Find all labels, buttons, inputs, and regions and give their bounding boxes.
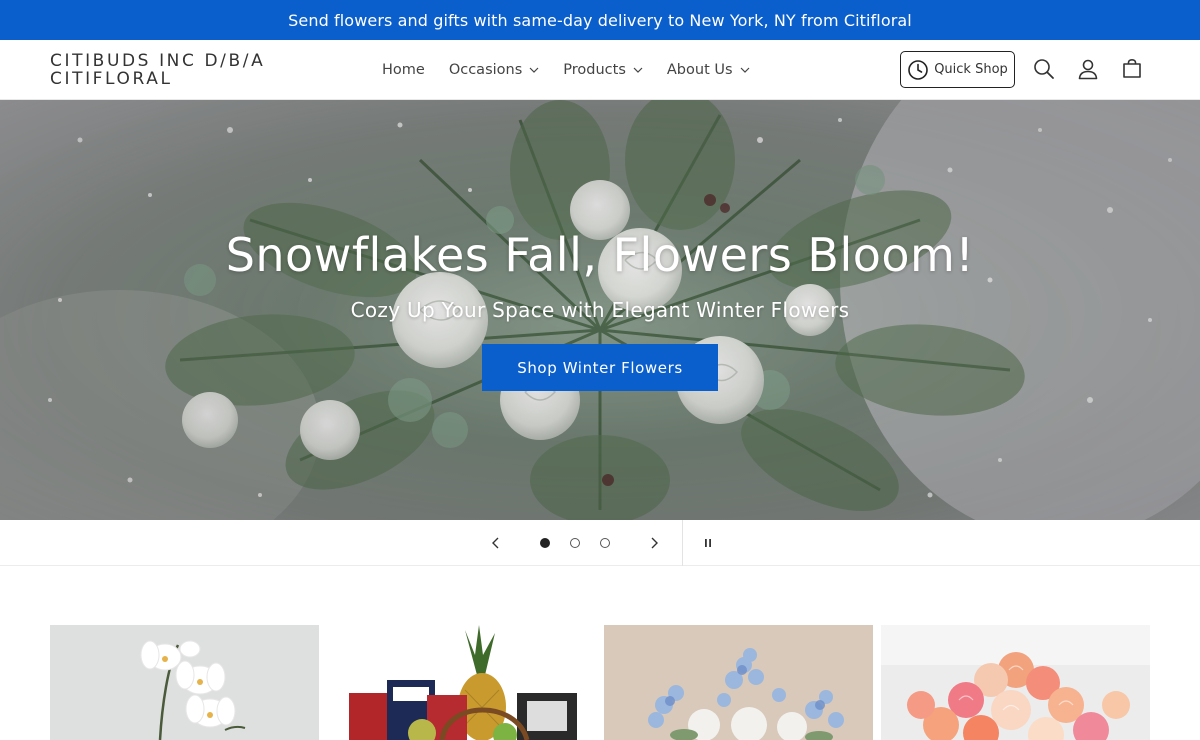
nav-occasions[interactable]: Occasions [449,62,539,78]
cart-icon[interactable] [1119,56,1145,82]
product-card-rose-bouquet[interactable] [881,625,1150,740]
product-card-gift-basket[interactable] [327,625,596,740]
chevron-down-icon [740,65,750,75]
site-header: CITIBUDS INC D/B/A CITIFLORAL Home Occas… [0,40,1200,100]
chevron-right-icon[interactable] [644,533,664,553]
controls-divider [682,520,683,566]
logo-line-2: CITIFLORAL [50,69,173,89]
announcement-bar: Send flowers and gifts with same-day del… [0,0,1200,40]
nav-products[interactable]: Products [563,62,643,78]
slideshow-controls [0,520,1200,566]
quick-shop-button[interactable]: Quick Shop [900,51,1015,88]
chevron-down-icon [633,65,643,75]
rose-bouquet-image [881,625,1150,740]
chevron-down-icon [529,65,539,75]
nav-about-us[interactable]: About Us [667,62,750,78]
blue-arrangement-image [604,625,873,740]
nav-occasions-label: Occasions [448,62,523,78]
chevron-left-icon[interactable] [486,533,506,553]
pause-icon[interactable] [698,533,718,553]
slide-dot-2[interactable] [570,538,580,548]
clock-icon [908,59,929,80]
gift-basket-image [327,625,596,740]
quick-shop-label: Quick Shop [934,62,1008,77]
slide-dot-3[interactable] [600,538,610,548]
nav-about-us-label: About Us [666,62,733,78]
nav-home-label: Home [382,62,425,78]
announcement-text: Send flowers and gifts with same-day del… [288,10,912,30]
slide-dot-1[interactable] [540,538,550,548]
hero-subtitle: Cozy Up Your Space with Elegant Winter F… [350,298,850,322]
search-icon[interactable] [1031,56,1057,82]
hero-title: Snowflakes Fall, Flowers Bloom! [225,228,975,282]
hero-banner: Snowflakes Fall, Flowers Bloom! Cozy Up … [0,100,1200,520]
nav-products-label: Products [563,62,626,78]
shop-winter-flowers-button[interactable]: Shop Winter Flowers [482,344,718,391]
main-nav: Home Occasions Products About Us [370,40,762,100]
store-logo[interactable]: CITIBUDS INC D/B/A CITIFLORAL [50,52,310,88]
product-card-orchid[interactable] [50,625,319,740]
logo-line-1: CITIBUDS INC D/B/A [50,51,266,71]
nav-home[interactable]: Home [382,62,425,78]
account-icon[interactable] [1075,56,1101,82]
product-card-blue-arrangement[interactable] [604,625,873,740]
orchid-image [50,625,319,740]
